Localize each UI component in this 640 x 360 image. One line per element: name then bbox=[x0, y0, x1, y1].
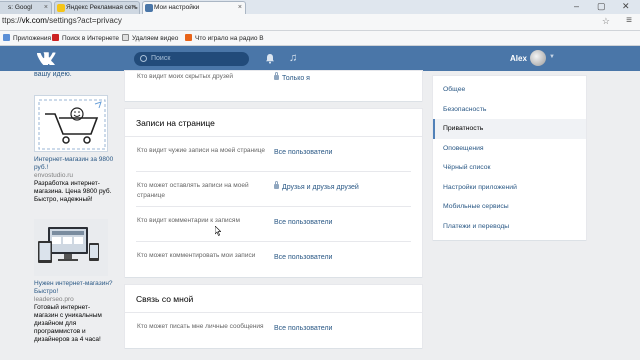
maximize-icon[interactable]: ▢ bbox=[597, 0, 606, 12]
menu-item-payments[interactable]: Платежи и переводы bbox=[433, 217, 586, 237]
tab-yandex[interactable]: Яндекс Рекламная сеть × bbox=[54, 1, 140, 14]
music-icon[interactable]: ♫ bbox=[289, 52, 297, 64]
browser-tab-bar: s: Googl × Яндекс Рекламная сеть × Мои н… bbox=[0, 0, 640, 14]
card-wall-posts: Записи на странице Кто видит чужие запис… bbox=[125, 109, 422, 277]
menu-item-mobile[interactable]: Мобильные сервисы bbox=[433, 197, 586, 217]
bell-icon[interactable] bbox=[265, 53, 275, 64]
setting-value[interactable]: Все пользователи bbox=[274, 254, 332, 261]
url-field[interactable]: ttps://vk.com/settings?act=privacy bbox=[2, 16, 122, 25]
browser-menu-icon[interactable]: ≡ bbox=[626, 15, 632, 26]
apps-grid-icon bbox=[3, 34, 10, 41]
menu-item-privacy[interactable]: Приватность bbox=[433, 119, 586, 139]
ad-title[interactable]: Нужен интернет-магазин? Быстро! bbox=[34, 280, 114, 296]
card-contact: Связь со мной Кто может писать мне личны… bbox=[125, 285, 422, 348]
bookmark-delete-video[interactable]: Удаляем видео bbox=[122, 34, 178, 42]
ad-title[interactable]: Интернет-магазин за 9800 руб.! bbox=[34, 156, 114, 172]
setting-value[interactable]: Все пользователи bbox=[274, 325, 332, 332]
close-window-icon[interactable]: ✕ bbox=[622, 0, 630, 12]
address-bar[interactable]: ttps://vk.com/settings?act=privacy ☆ ≡ bbox=[0, 14, 640, 31]
ad-description: Готовый интернет-магазин с уникальным ди… bbox=[34, 304, 102, 343]
card-friends: Кто видит моих скрытых друзей Только я bbox=[125, 71, 422, 101]
menu-item-security[interactable]: Безопасность bbox=[433, 100, 586, 120]
lock-icon bbox=[274, 181, 279, 189]
tab-close-icon[interactable]: × bbox=[44, 2, 48, 14]
setting-row: Кто может комментировать мои записи Все … bbox=[136, 242, 411, 277]
ad-description: Разработка интернет-магазина. Цена 9800 … bbox=[34, 180, 112, 203]
setting-label: Кто видит чужие записи на моей странице bbox=[137, 147, 266, 154]
ad-image-cart[interactable] bbox=[34, 95, 108, 152]
yandex-favicon-icon bbox=[57, 4, 65, 12]
avatar[interactable] bbox=[530, 50, 546, 66]
ads-column: вашу идею. Интернет-магазин за 9800 руб.… bbox=[34, 71, 114, 344]
lock-icon bbox=[274, 72, 279, 80]
menu-item-app-settings[interactable]: Настройки приложений bbox=[433, 178, 586, 198]
settings-menu: Общее Безопасность Приватность Оповещени… bbox=[433, 76, 586, 240]
tab-vk-settings[interactable]: Мои настройки × bbox=[142, 1, 246, 14]
ad-image-devices[interactable] bbox=[34, 219, 108, 276]
vk-header: Поиск ♫ Alex ▼ bbox=[0, 46, 640, 71]
privacy-settings: Кто видит моих скрытых друзей Только я З… bbox=[125, 71, 422, 348]
page-icon bbox=[122, 34, 129, 41]
menu-item-general[interactable]: Общее bbox=[433, 80, 586, 100]
setting-row: Кто видит моих скрытых друзей Только я bbox=[136, 71, 411, 101]
mouse-cursor-icon bbox=[215, 226, 221, 236]
bookmark-radio[interactable]: Что играло на радио В bbox=[185, 34, 264, 42]
setting-value[interactable]: Только я bbox=[274, 72, 310, 82]
setting-label: Кто видит комментарии к записям bbox=[137, 217, 240, 224]
setting-row: Кто видит комментарии к записям Все поль… bbox=[136, 207, 411, 242]
user-name[interactable]: Alex bbox=[510, 54, 527, 63]
vk-logo-icon[interactable] bbox=[36, 52, 56, 65]
bookmark-apps[interactable]: Приложения bbox=[3, 34, 51, 42]
minimize-icon[interactable]: – bbox=[574, 0, 579, 12]
menu-item-blacklist[interactable]: Чёрный список bbox=[433, 158, 586, 178]
setting-row: Кто может писать мне личные сообщения Вс… bbox=[136, 313, 411, 348]
setting-value[interactable]: Все пользователи bbox=[274, 149, 332, 156]
radio-icon bbox=[185, 34, 192, 41]
ad-cut-text[interactable]: вашу идею. bbox=[34, 71, 114, 78]
setting-value[interactable]: Друзья и друзья друзей bbox=[274, 181, 359, 191]
bookmark-star-icon[interactable]: ☆ bbox=[602, 16, 610, 27]
shopping-cart-icon bbox=[38, 99, 106, 150]
ad-site[interactable]: leaderseo.pro bbox=[34, 296, 114, 304]
setting-label: Кто может оставлять записи на моей стран… bbox=[137, 182, 249, 199]
devices-icon bbox=[34, 219, 108, 276]
bookmark-search[interactable]: Поиск в Интернете bbox=[52, 34, 119, 42]
setting-value[interactable]: Все пользователи bbox=[274, 219, 332, 226]
tab-close-icon[interactable]: × bbox=[132, 2, 136, 14]
bookmarks-bar: Приложения Поиск в Интернете Удаляем вид… bbox=[0, 31, 640, 46]
setting-row: Кто видит чужие записи на моей странице … bbox=[136, 137, 411, 172]
tab-google[interactable]: s: Googl × bbox=[0, 1, 52, 14]
section-title: Связь со мной bbox=[125, 285, 422, 313]
setting-label: Кто может писать мне личные сообщения bbox=[137, 323, 264, 330]
tab-close-icon[interactable]: × bbox=[238, 2, 242, 14]
setting-label: Кто может комментировать мои записи bbox=[137, 252, 256, 259]
vk-favicon-icon bbox=[145, 4, 153, 12]
chevron-down-icon[interactable]: ▼ bbox=[549, 54, 555, 60]
setting-row: Кто может оставлять записи на моей стран… bbox=[136, 172, 411, 207]
search-input[interactable]: Поиск bbox=[134, 52, 249, 66]
ad-site[interactable]: envostudio.ru bbox=[34, 172, 114, 180]
setting-label: Кто видит моих скрытых друзей bbox=[137, 73, 233, 80]
menu-item-notifications[interactable]: Оповещения bbox=[433, 139, 586, 159]
search-icon bbox=[140, 55, 147, 62]
section-title: Записи на странице bbox=[125, 109, 422, 137]
yandex-icon bbox=[52, 34, 59, 41]
